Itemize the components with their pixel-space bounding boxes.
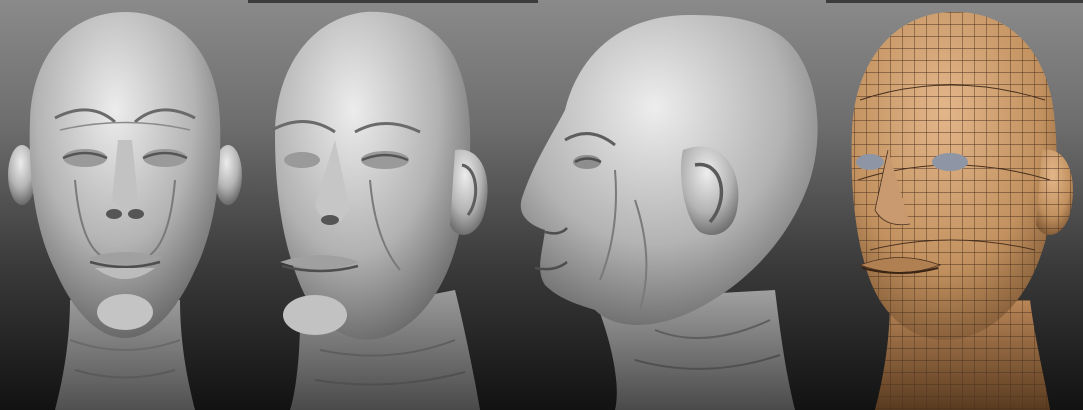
front-view	[0, 0, 250, 410]
wireframe-view	[830, 0, 1083, 410]
sculpt-turntable-image	[0, 0, 1083, 410]
profile-head-render	[520, 15, 818, 410]
wireframe-head-render	[851, 11, 1073, 410]
profile-view	[505, 0, 830, 410]
three-quarter-view	[250, 0, 505, 410]
left-eye	[856, 154, 884, 170]
three-quarter-head-render	[271, 11, 488, 410]
front-head-render	[8, 12, 242, 410]
right-eye	[932, 153, 968, 171]
